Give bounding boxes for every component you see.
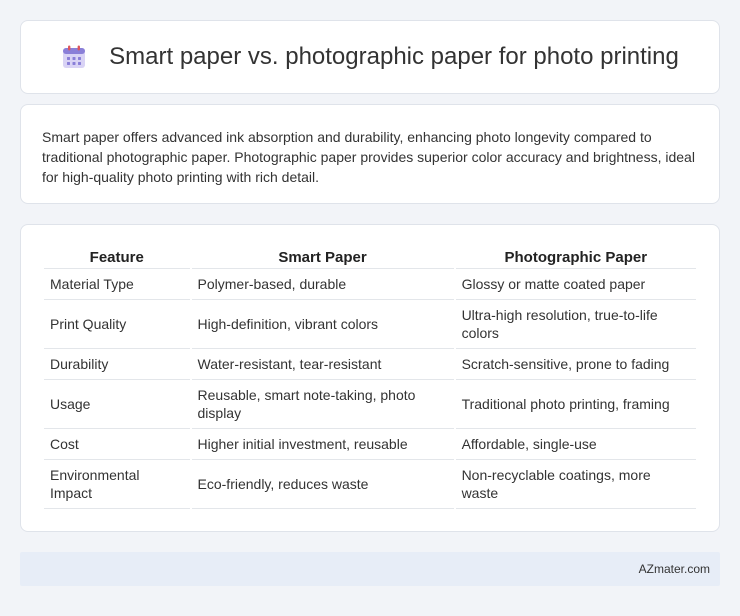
- comparison-table: Feature Smart Paper Photographic Paper M…: [42, 243, 698, 509]
- column-header-feature: Feature: [44, 243, 190, 269]
- table-cell: Affordable, single-use: [455, 429, 696, 460]
- table-row: Material Type Polymer-based, durable Glo…: [44, 269, 696, 300]
- table-cell: Non-recyclable coatings, more waste: [455, 460, 696, 509]
- table-cell: Durability: [44, 349, 190, 380]
- table-cell: Water-resistant, tear-resistant: [191, 349, 454, 380]
- table-cell: Material Type: [44, 269, 190, 300]
- table-cell: Eco-friendly, reduces waste: [191, 460, 454, 509]
- table-cell: Usage: [44, 380, 190, 429]
- table-cell: Ultra-high resolution, true-to-life colo…: [455, 300, 696, 349]
- summary-text: Smart paper offers advanced ink absorpti…: [42, 129, 695, 185]
- page-title: Smart paper vs. photographic paper for p…: [109, 43, 679, 70]
- table-cell: Traditional photo printing, framing: [455, 380, 696, 429]
- table-cell: Scratch-sensitive, prone to fading: [455, 349, 696, 380]
- table-cell: Print Quality: [44, 300, 190, 349]
- table-row: Environmental Impact Eco-friendly, reduc…: [44, 460, 696, 509]
- table-cell: Cost: [44, 429, 190, 460]
- column-header-smart-paper: Smart Paper: [191, 243, 454, 269]
- table-header-row: Feature Smart Paper Photographic Paper: [44, 243, 696, 269]
- column-header-photographic-paper: Photographic Paper: [455, 243, 696, 269]
- title-card: Smart paper vs. photographic paper for p…: [20, 20, 720, 94]
- table-cell: Polymer-based, durable: [191, 269, 454, 300]
- table-cell: Glossy or matte coated paper: [455, 269, 696, 300]
- footer-brand: AZmater.com: [638, 562, 710, 576]
- table-row: Usage Reusable, smart note-taking, photo…: [44, 380, 696, 429]
- table-cell: High-definition, vibrant colors: [191, 300, 454, 349]
- comparison-table-card: Feature Smart Paper Photographic Paper M…: [20, 224, 720, 532]
- table-cell: Environmental Impact: [44, 460, 190, 509]
- table-cell: Reusable, smart note-taking, photo displ…: [191, 380, 454, 429]
- table-row: Durability Water-resistant, tear-resista…: [44, 349, 696, 380]
- table-cell: Higher initial investment, reusable: [191, 429, 454, 460]
- table-row: Print Quality High-definition, vibrant c…: [44, 300, 696, 349]
- table-row: Cost Higher initial investment, reusable…: [44, 429, 696, 460]
- calendar-icon: [61, 44, 87, 70]
- footer: AZmater.com: [20, 552, 720, 586]
- summary-card: Smart paper offers advanced ink absorpti…: [20, 104, 720, 204]
